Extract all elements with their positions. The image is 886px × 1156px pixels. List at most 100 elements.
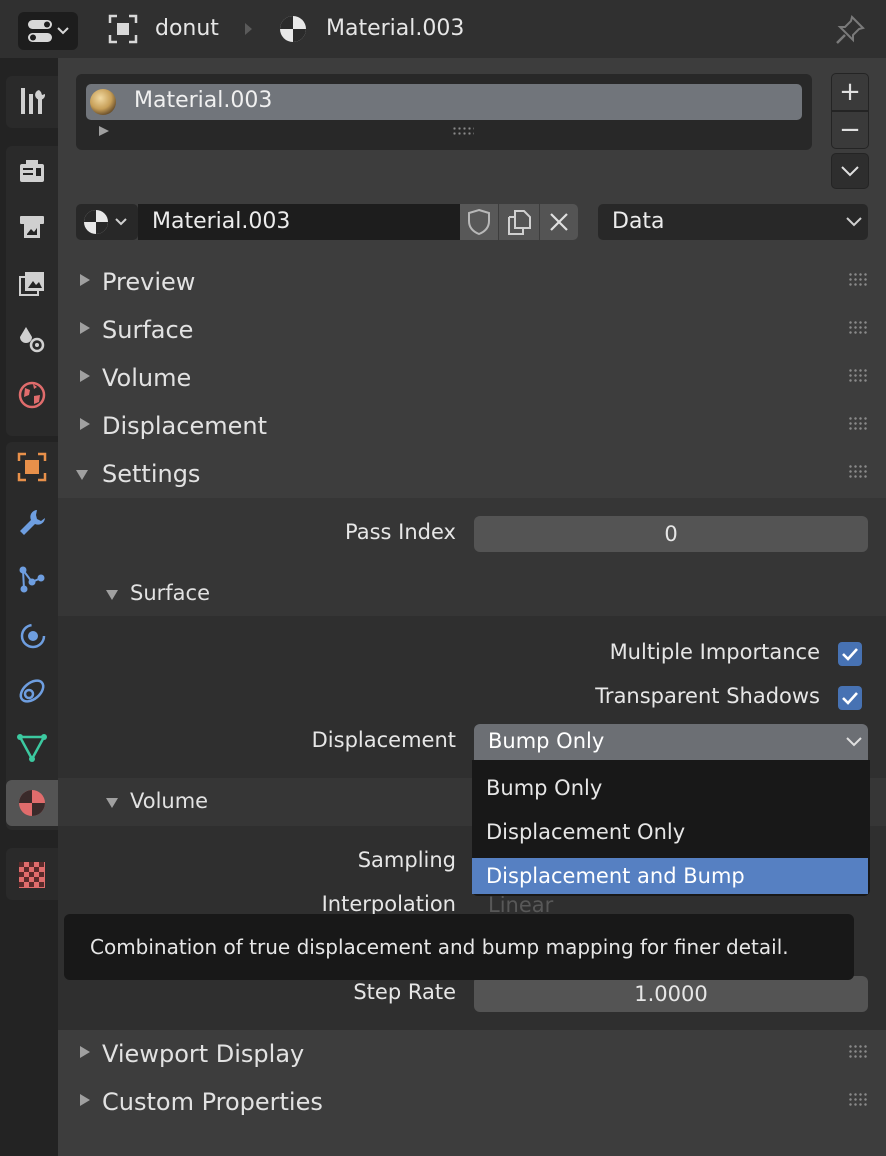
- panel-drag-grip[interactable]: [848, 1044, 868, 1058]
- panel-surface[interactable]: Surface: [58, 306, 886, 354]
- tab-material[interactable]: [6, 780, 58, 826]
- panel-drag-grip[interactable]: [848, 272, 868, 286]
- material-icon: [280, 16, 306, 42]
- material-name-field[interactable]: Material.003: [138, 204, 460, 240]
- editor-type-button[interactable]: [18, 12, 78, 50]
- tab-output[interactable]: [6, 204, 58, 250]
- collapse-arrow-icon: [106, 590, 118, 600]
- chevron-down-icon: [841, 166, 859, 177]
- unlink-material-button[interactable]: [540, 204, 578, 240]
- panel-displacement[interactable]: Displacement: [58, 402, 886, 450]
- panel-drag-grip[interactable]: [848, 464, 868, 478]
- fake-user-button[interactable]: [460, 204, 498, 240]
- menu-item-displacement-only[interactable]: Displacement Only: [472, 814, 868, 850]
- list-resize-grip[interactable]: [452, 126, 474, 136]
- multiple-importance-label: Multiple Importance: [609, 640, 820, 664]
- pin-icon[interactable]: [834, 14, 866, 46]
- mesh-data-icon: [17, 734, 47, 762]
- multiple-importance-checkbox[interactable]: [838, 642, 862, 666]
- displacement-method-menu: Bump Only Displacement Only Displacement…: [472, 760, 870, 896]
- tab-constraints[interactable]: [6, 668, 58, 714]
- panel-settings[interactable]: Settings: [58, 450, 886, 498]
- panel-drag-grip[interactable]: [848, 320, 868, 334]
- panel-drag-grip[interactable]: [848, 1092, 868, 1106]
- properties-tab-bar: [0, 58, 58, 1156]
- panel-volume[interactable]: Volume: [58, 354, 886, 402]
- render-icon: [20, 160, 44, 182]
- panel-drag-grip[interactable]: [848, 416, 868, 430]
- scene-icon: [20, 327, 45, 353]
- chevron-down-icon: [846, 217, 862, 227]
- tab-view-layer[interactable]: [6, 260, 58, 306]
- chevron-right-icon: [245, 23, 252, 35]
- expand-arrow-icon: [80, 1046, 90, 1058]
- panel-preview[interactable]: Preview: [58, 258, 886, 306]
- collapse-arrow-icon: [106, 798, 118, 808]
- view-layer-icon: [19, 272, 44, 296]
- duplicate-icon: [508, 210, 531, 235]
- material-browse-icon: [84, 210, 127, 234]
- tab-scene[interactable]: [6, 316, 58, 362]
- material-slot-name: Material.003: [134, 88, 273, 113]
- sampling-label: Sampling: [357, 848, 456, 872]
- constraints-icon: [19, 679, 45, 703]
- duplicate-material-button[interactable]: [499, 204, 539, 240]
- expand-arrow-icon: [80, 370, 90, 382]
- object-icon: [108, 14, 138, 44]
- tab-particles[interactable]: [6, 556, 58, 602]
- physics-icon: [20, 623, 46, 649]
- tab-object[interactable]: [6, 444, 58, 490]
- material-slot-row[interactable]: Material.003: [86, 84, 802, 120]
- properties-header: donut Material.003: [0, 0, 886, 58]
- menu-item-bump-only[interactable]: Bump Only: [472, 770, 868, 806]
- close-icon: [550, 213, 568, 231]
- expand-arrow-icon[interactable]: [98, 126, 110, 136]
- breadcrumb-object: donut: [155, 16, 219, 41]
- output-icon: [20, 216, 44, 238]
- pass-index-label: Pass Index: [345, 520, 456, 544]
- interpolation-label: Interpolation: [321, 892, 456, 916]
- link-data-dropdown[interactable]: Data: [598, 204, 868, 240]
- chevron-down-icon: [846, 737, 862, 747]
- collapse-arrow-icon: [76, 470, 88, 480]
- properties-editor-icon: [28, 20, 69, 42]
- checkmark-icon: [842, 648, 858, 661]
- tab-world[interactable]: [6, 372, 58, 418]
- remove-slot-button[interactable]: −: [831, 111, 869, 149]
- slot-specials-button[interactable]: [831, 153, 869, 189]
- panel-viewport-display[interactable]: Viewport Display: [58, 1030, 886, 1078]
- tab-render[interactable]: [6, 148, 58, 194]
- panel-drag-grip[interactable]: [848, 368, 868, 382]
- breadcrumb-material: Material.003: [326, 16, 465, 41]
- expand-arrow-icon: [80, 322, 90, 334]
- material-preview-sphere-icon: [90, 89, 116, 115]
- checkmark-icon: [842, 692, 858, 705]
- tab-modifiers[interactable]: [6, 500, 58, 546]
- displacement-method-dropdown[interactable]: Bump Only: [474, 724, 868, 760]
- particles-icon: [19, 566, 45, 593]
- panel-custom-properties[interactable]: Custom Properties: [58, 1078, 886, 1126]
- add-slot-button[interactable]: +: [831, 73, 869, 111]
- displacement-method-label: Displacement: [311, 728, 456, 752]
- tab-data[interactable]: [6, 724, 58, 770]
- expand-arrow-icon: [80, 1094, 90, 1106]
- transparent-shadows-checkbox[interactable]: [838, 686, 862, 710]
- browse-material-button[interactable]: [76, 204, 138, 240]
- world-icon: [18, 381, 46, 409]
- step-rate-field[interactable]: 1.0000: [474, 976, 868, 1012]
- pass-index-field[interactable]: 0: [474, 516, 868, 552]
- object-properties-icon: [17, 452, 47, 482]
- tab-texture[interactable]: [6, 852, 58, 898]
- subpanel-surface[interactable]: Surface: [58, 570, 886, 616]
- expand-arrow-icon: [80, 418, 90, 430]
- tool-icon: [21, 88, 46, 114]
- menu-item-displacement-and-bump[interactable]: Displacement and Bump: [472, 858, 868, 894]
- tooltip: Combination of true displacement and bum…: [64, 914, 854, 980]
- tab-physics[interactable]: [6, 612, 58, 658]
- transparent-shadows-label: Transparent Shadows: [595, 684, 820, 708]
- step-rate-label: Step Rate: [353, 980, 456, 1004]
- expand-arrow-icon: [80, 274, 90, 286]
- checker-texture-icon: [19, 862, 45, 888]
- material-tab-icon: [19, 790, 45, 816]
- tab-tool[interactable]: [6, 78, 58, 124]
